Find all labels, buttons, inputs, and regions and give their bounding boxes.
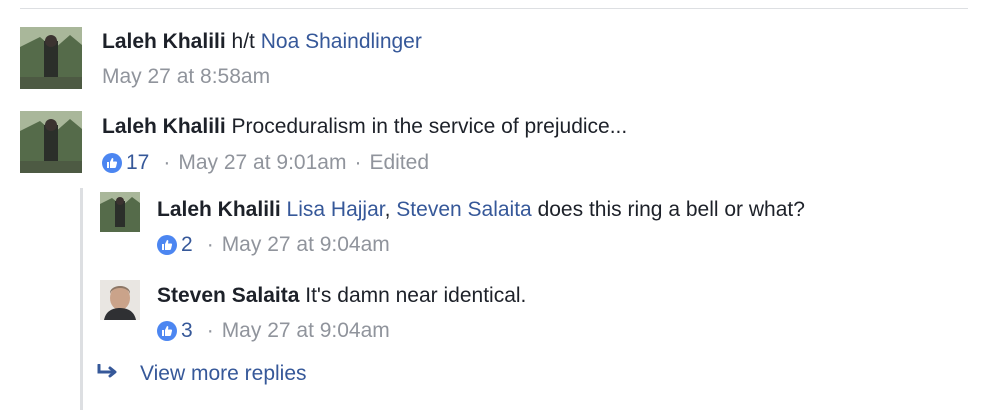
like-count[interactable]: 17 <box>126 150 149 176</box>
comment-text: Proceduralism in the service of prejudic… <box>231 115 628 138</box>
like-icon <box>102 153 122 173</box>
avatar[interactable] <box>100 280 140 320</box>
comment-text: h/t <box>231 30 255 53</box>
comment-body: Steven Salaita It's damn near identical. <box>157 283 526 309</box>
timestamp[interactable]: May 27 at 8:58am <box>102 64 270 90</box>
comment-author[interactable]: Laleh Khalili <box>102 115 226 138</box>
view-more-replies[interactable]: View more replies <box>96 362 307 386</box>
comma: , <box>384 198 391 221</box>
separator: · <box>206 319 214 342</box>
comment-text: does this ring a bell or what? <box>537 198 805 221</box>
separator: · <box>206 233 214 256</box>
view-more-replies-label[interactable]: View more replies <box>140 362 307 386</box>
reply-thread-line <box>80 188 83 410</box>
comment-meta: 3 · May 27 at 9:04am <box>157 318 390 344</box>
comment-meta: May 27 at 8:58am <box>102 64 270 90</box>
timestamp[interactable]: May 27 at 9:04am <box>222 318 390 344</box>
avatar[interactable] <box>100 192 140 232</box>
comment-meta: 2 · May 27 at 9:04am <box>157 232 390 258</box>
separator: · <box>163 151 171 174</box>
mention-link[interactable]: Steven Salaita <box>396 198 531 221</box>
like-count[interactable]: 2 <box>181 232 193 258</box>
comment-author[interactable]: Laleh Khalili <box>157 198 281 221</box>
timestamp[interactable]: May 27 at 9:01am <box>178 150 346 176</box>
comment-author[interactable]: Steven Salaita <box>157 284 299 307</box>
comment-author[interactable]: Laleh Khalili <box>102 30 226 53</box>
separator: · <box>354 151 362 174</box>
mention-link[interactable]: Lisa Hajjar <box>287 198 385 221</box>
avatar[interactable] <box>20 27 82 89</box>
mention-link[interactable]: Noa Shaindlinger <box>261 30 422 53</box>
top-divider <box>20 8 968 9</box>
reply-arrow-icon <box>96 363 120 385</box>
comment-body: Laleh Khalili Proceduralism in the servi… <box>102 114 627 140</box>
like-count[interactable]: 3 <box>181 318 193 344</box>
comment-body: Laleh Khalili Lisa Hajjar, Steven Salait… <box>157 197 805 223</box>
comment-meta: 17 · May 27 at 9:01am · Edited <box>102 150 429 176</box>
avatar[interactable] <box>20 111 82 173</box>
timestamp[interactable]: May 27 at 9:04am <box>222 232 390 258</box>
comment-text: It's damn near identical. <box>305 284 527 307</box>
like-icon <box>157 321 177 341</box>
comment-body: Laleh Khalili h/t Noa Shaindlinger <box>102 29 422 55</box>
like-icon <box>157 235 177 255</box>
edited-label[interactable]: Edited <box>369 150 429 176</box>
